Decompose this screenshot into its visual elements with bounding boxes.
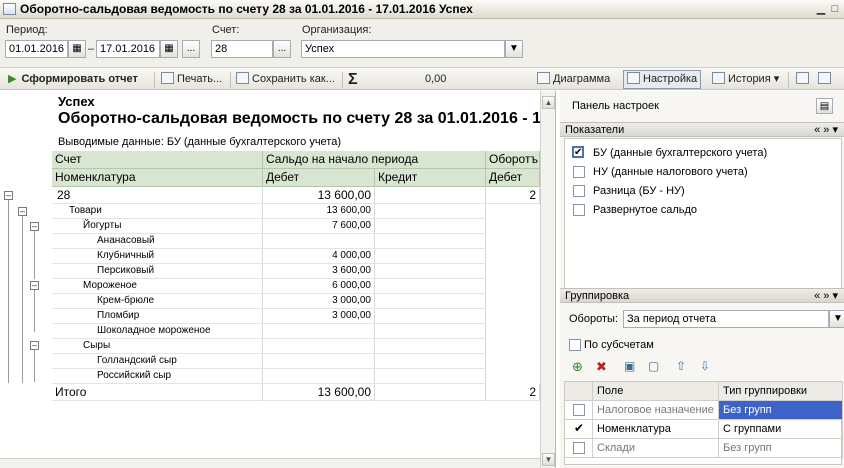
organization-label: Организация:	[302, 24, 372, 36]
play-icon: ▶	[8, 73, 17, 85]
collapse-icon[interactable]: –	[18, 207, 27, 216]
grid-row-field[interactable]: Склади	[593, 439, 719, 458]
save-as-button[interactable]: Сохранить как...	[236, 71, 335, 88]
collapse-icon[interactable]: –	[30, 222, 39, 231]
collapse-icon[interactable]: –	[30, 341, 39, 350]
settings-panel: Панель настроек ▤ Показатели « » ▾ ✔ БУ …	[560, 91, 844, 468]
indicator-checkbox-diff[interactable]	[573, 185, 585, 197]
scroll-down-icon[interactable]: ▼	[542, 453, 555, 466]
calendar-to-icon[interactable]: ▦	[160, 40, 178, 58]
check-all-icon[interactable]: ▣	[624, 359, 635, 373]
uncheck-all-icon[interactable]: ▢	[648, 359, 659, 373]
section-nav-icons[interactable]: « » ▾	[814, 289, 838, 303]
grouping-grid: Поле Тип группировки Налоговое назначени…	[564, 381, 843, 465]
date-separator: –	[88, 43, 95, 55]
chevron-down-icon[interactable]: ▼	[829, 310, 844, 328]
indicator-label: БУ (данные бухгалтерского учета)	[593, 147, 768, 159]
horizontal-scrollbar[interactable]	[0, 458, 540, 468]
turnover-select[interactable]: За период отчета	[623, 310, 829, 328]
toolbar-separator	[230, 72, 231, 88]
grid-row-checkbox[interactable]	[573, 404, 585, 416]
indicator-label: НУ (данные налогового учета)	[593, 166, 748, 178]
section-nav-icons[interactable]: « » ▾	[814, 123, 838, 137]
collapse-icon[interactable]: –	[30, 281, 39, 290]
window-title: Оборотно-сальдовая ведомость по счету 28…	[20, 2, 473, 16]
by-subaccounts-checkbox[interactable]	[569, 339, 581, 351]
minimize-icon[interactable]: ▁	[814, 2, 828, 16]
add-icon[interactable]: ⊕	[572, 359, 583, 375]
turnover-label: Обороты:	[569, 313, 618, 325]
grid-row-checkbox[interactable]: ✔	[573, 422, 585, 435]
grid-row-field[interactable]: Налоговое назначение	[593, 401, 719, 420]
period-label: Период:	[6, 24, 48, 36]
settings-button[interactable]: Настройка	[623, 70, 702, 89]
generate-report-button[interactable]: ▶ Сформировать отчет	[8, 71, 138, 88]
report-window-icon	[3, 3, 16, 15]
toolbar-separator	[788, 72, 789, 88]
panel-options-icon[interactable]: ▤	[816, 98, 833, 114]
date-to-field[interactable]: 17.01.2016	[96, 40, 160, 58]
settings-icon	[627, 72, 640, 84]
by-subaccounts-label: По субсчетам	[584, 339, 654, 351]
grid-row-type[interactable]: С группами	[719, 420, 843, 439]
indicator-checkbox-expanded[interactable]	[573, 204, 585, 216]
chart-button[interactable]: Диаграмма	[537, 71, 610, 88]
period-select-button[interactable]: ...	[182, 40, 200, 58]
sum-icon: Σ	[348, 71, 358, 88]
header-account: Счет	[52, 151, 263, 169]
title-bar: Оборотно-сальдовая ведомость по счету 28…	[0, 0, 844, 19]
parameters-panel: Период: 01.01.2016 ▦ – 17.01.2016 ▦ ... …	[0, 19, 844, 67]
grid-header-type: Тип группировки	[719, 382, 843, 401]
scroll-up-icon[interactable]: ▲	[542, 96, 555, 109]
indicator-checkbox-nu[interactable]	[573, 166, 585, 178]
grid-header-field: Поле	[593, 382, 719, 401]
grid-row-field[interactable]: Номенклатура	[593, 420, 719, 439]
delete-icon[interactable]: ✖	[596, 359, 607, 375]
account-select-button[interactable]: ...	[273, 40, 291, 58]
floppy-icon	[236, 72, 249, 84]
move-up-icon[interactable]: ⇧	[676, 359, 686, 373]
output-data-text: Выводимые данные: БУ (данные бухгалтерск…	[58, 136, 341, 148]
history-button[interactable]: История ▾	[712, 71, 779, 88]
header-turnover: Оборотъ	[486, 151, 540, 169]
settings-panel-title: Панель настроек	[572, 100, 659, 112]
calendar-from-icon[interactable]: ▦	[68, 40, 86, 58]
sum-value: 0,00	[425, 73, 447, 85]
save-settings-icon[interactable]	[818, 71, 834, 88]
account-field[interactable]: 28	[211, 40, 273, 58]
header-debit-2: Дебет	[486, 169, 540, 187]
indicator-label: Развернутое сальдо	[593, 204, 698, 216]
grid-row-type[interactable]: Без групп	[719, 401, 843, 420]
chart-icon	[537, 72, 550, 84]
header-nomenclature: Номенклатура	[52, 169, 263, 187]
grid-row-type[interactable]: Без групп	[719, 439, 843, 458]
collapse-icon[interactable]: –	[4, 191, 13, 200]
report-area: Успех Оборотно-сальдовая ведомость по сч…	[0, 91, 556, 468]
account-label: Счет:	[212, 24, 240, 36]
printer-icon	[161, 72, 174, 84]
indicators-header: Показатели « » ▾	[560, 122, 844, 137]
expand-icon[interactable]	[796, 71, 812, 88]
date-from-field[interactable]: 01.01.2016	[5, 40, 68, 58]
header-credit: Кредит	[375, 169, 486, 187]
header-debit: Дебет	[263, 169, 375, 187]
indicator-checkbox-bu[interactable]: ✔	[572, 146, 584, 158]
grid-row-checkbox[interactable]	[573, 442, 585, 454]
chevron-down-icon[interactable]: ▼	[505, 40, 523, 58]
organization-field[interactable]: Успех	[301, 40, 505, 58]
toolbar: ▶ Сформировать отчет Печать... Сохранить …	[0, 67, 844, 90]
toolbar-separator	[342, 72, 343, 88]
toolbar-separator	[154, 72, 155, 88]
report-title: Оборотно-сальдовая ведомость по счету 28…	[58, 110, 541, 127]
indicator-label: Разница (БУ - НУ)	[593, 185, 685, 197]
history-icon	[712, 72, 725, 84]
header-opening-balance: Сальдо на начало периода	[263, 151, 486, 169]
print-button[interactable]: Печать...	[161, 71, 222, 88]
move-down-icon[interactable]: ⇩	[700, 359, 710, 373]
grouping-header: Группировка « » ▾	[560, 288, 844, 303]
maximize-icon[interactable]: □	[828, 2, 842, 16]
report-organization: Успех	[58, 94, 95, 109]
report-scrollbar[interactable]: ▲ ▼	[540, 91, 555, 468]
